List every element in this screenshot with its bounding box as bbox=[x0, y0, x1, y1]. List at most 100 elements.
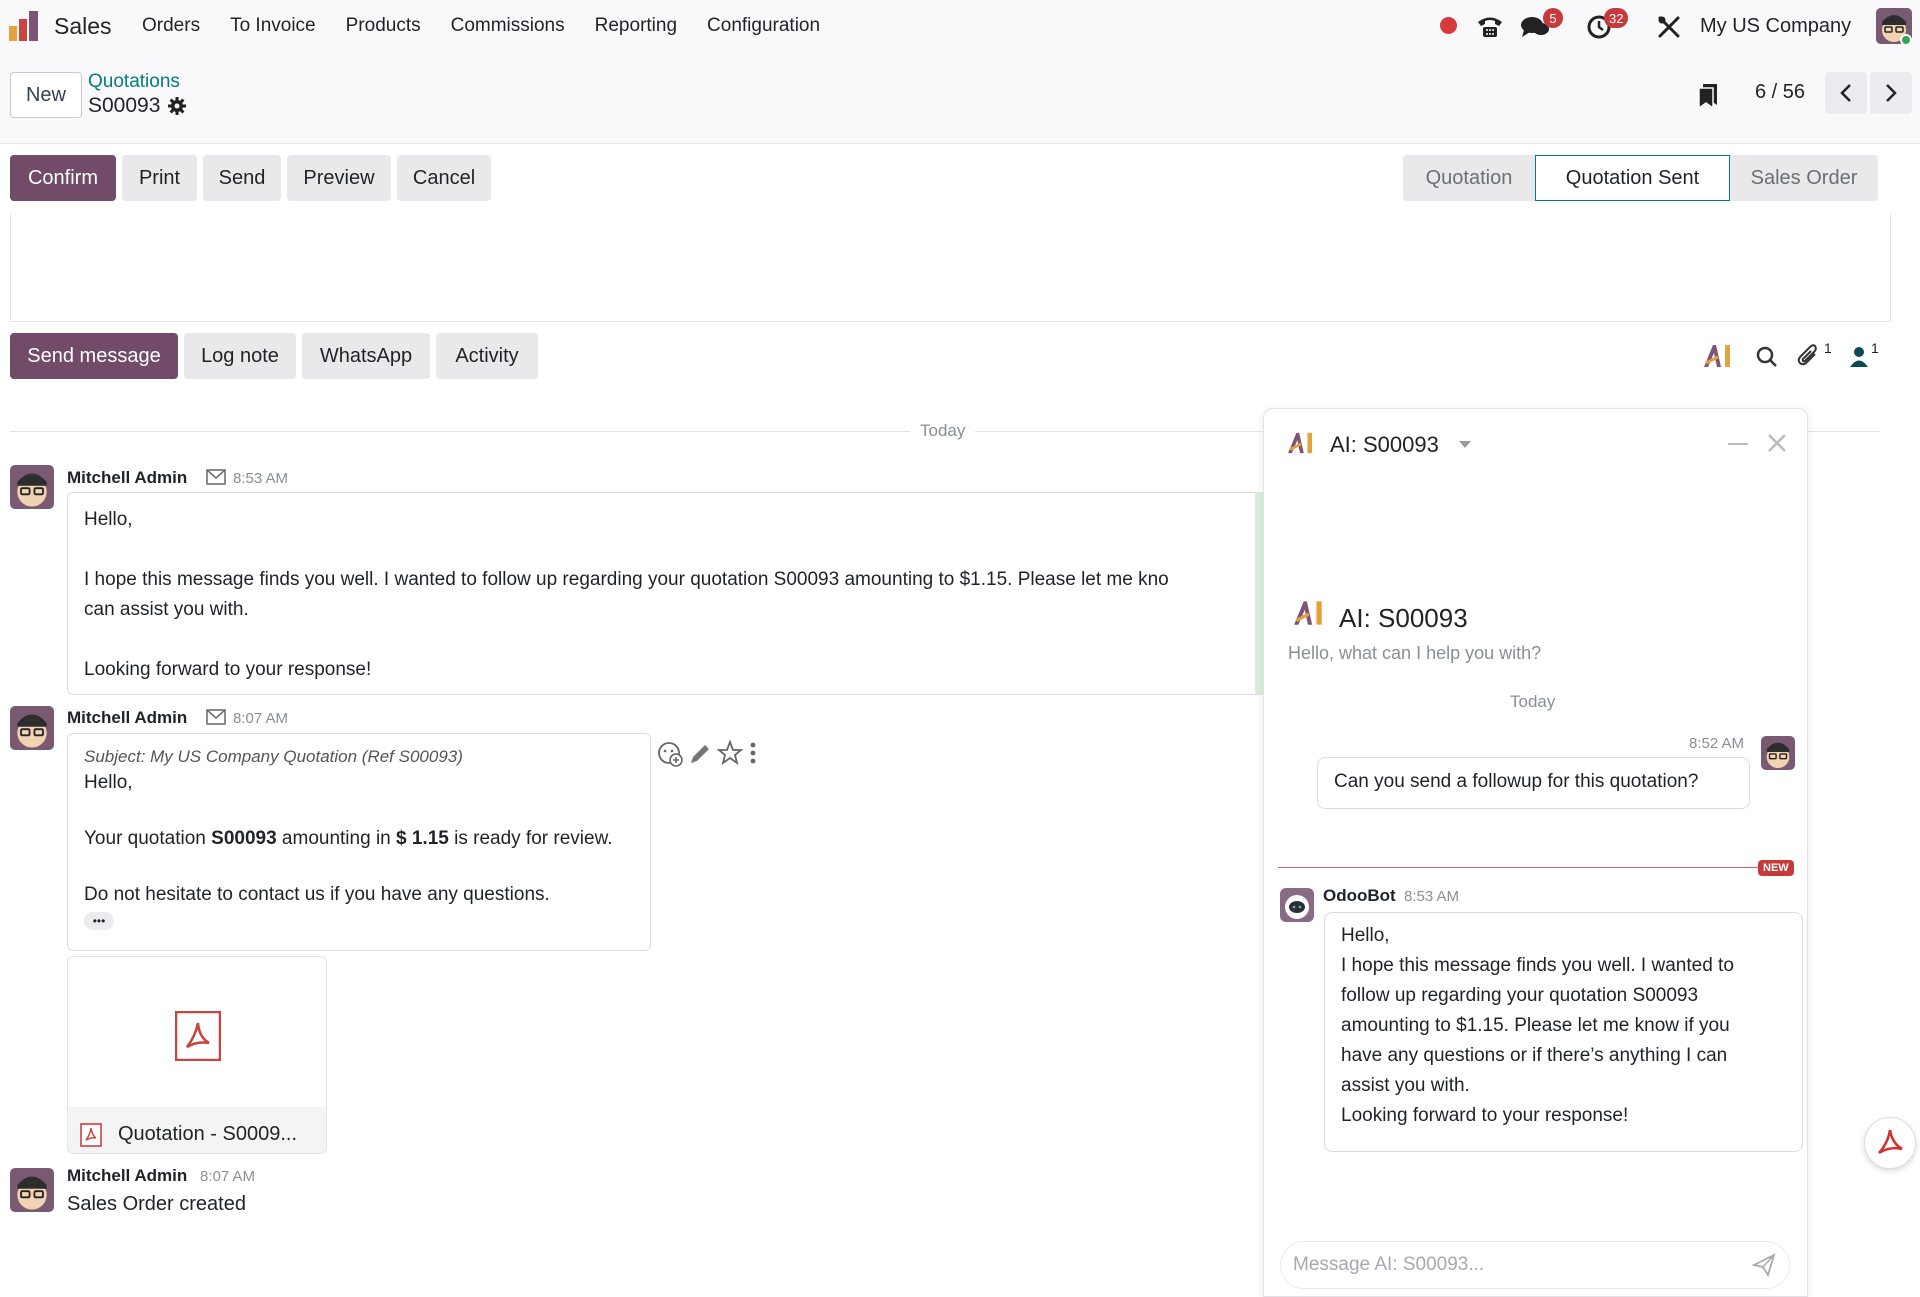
message-line: I hope this message finds you well. I wa… bbox=[1341, 955, 1734, 976]
ai-chat-window: AI: S00093 AI: S00093 Hello, what can I … bbox=[1263, 408, 1808, 1297]
menu-configuration[interactable]: Configuration bbox=[707, 15, 820, 37]
form-sheet bbox=[10, 214, 1891, 322]
pdf-icon bbox=[80, 1123, 102, 1147]
log-note-button[interactable]: Log note bbox=[184, 333, 296, 379]
app-name[interactable]: Sales bbox=[54, 13, 112, 40]
ai-intro-subtitle: Hello, what can I help you with? bbox=[1288, 643, 1542, 663]
more-vertical-icon[interactable] bbox=[750, 742, 756, 764]
main-menu: Orders To Invoice Products Commissions R… bbox=[142, 15, 820, 37]
message-line: Looking forward to your response! bbox=[1341, 1105, 1629, 1126]
message-line: amounting to $1.15. Please let me know i… bbox=[1341, 1015, 1730, 1036]
activities-badge: 32 bbox=[1604, 8, 1629, 28]
pdf-icon bbox=[175, 1011, 221, 1061]
company-switcher[interactable]: My US Company bbox=[1700, 15, 1851, 38]
message-body: Hello, I hope this message finds you wel… bbox=[67, 492, 1267, 695]
minimize-icon[interactable] bbox=[1728, 443, 1748, 445]
send-button[interactable]: Send bbox=[203, 155, 281, 201]
new-messages-divider bbox=[1278, 867, 1758, 868]
menu-commissions[interactable]: Commissions bbox=[451, 15, 565, 37]
status-step-quotation[interactable]: Quotation bbox=[1403, 155, 1535, 201]
menu-orders[interactable]: Orders bbox=[142, 15, 200, 37]
menu-to-invoice[interactable]: To Invoice bbox=[230, 15, 316, 37]
pager-next-button[interactable] bbox=[1870, 72, 1912, 114]
breadcrumb-quotations[interactable]: Quotations bbox=[88, 71, 180, 93]
ai-icon bbox=[1286, 431, 1316, 455]
message-author[interactable]: Mitchell Admin bbox=[67, 468, 187, 488]
recording-indicator-icon[interactable] bbox=[1440, 17, 1457, 34]
message-line: have any questions or if there’s anythin… bbox=[1341, 1045, 1728, 1066]
odoobot-avatar[interactable] bbox=[1280, 888, 1314, 922]
message-time: 8:07 AM bbox=[200, 1168, 256, 1185]
tools-icon[interactable] bbox=[1657, 15, 1681, 39]
today-label: Today bbox=[1510, 692, 1556, 711]
attachment-preview[interactable] bbox=[68, 957, 326, 1107]
message-subject: Subject: My US Company Quotation (Ref S0… bbox=[84, 747, 463, 766]
ai-intro-title: AI: S00093 bbox=[1339, 603, 1468, 633]
preview-button[interactable]: Preview bbox=[287, 155, 391, 201]
message-line: Hello, bbox=[1341, 925, 1390, 946]
bookmark-icon[interactable] bbox=[1697, 83, 1719, 109]
message-time: 8:53 AM bbox=[233, 470, 289, 487]
today-label: Today bbox=[910, 421, 976, 441]
attachment-name[interactable]: Quotation - S0009... bbox=[118, 1123, 297, 1146]
expand-message-button[interactable]: ••• bbox=[84, 912, 114, 930]
cancel-button[interactable]: Cancel bbox=[397, 155, 491, 201]
chevron-right-icon bbox=[1886, 84, 1897, 102]
message-author[interactable]: Mitchell Admin bbox=[67, 708, 187, 728]
edit-pencil-icon[interactable] bbox=[688, 742, 712, 766]
message-author[interactable]: Mitchell Admin bbox=[67, 1166, 187, 1186]
send-icon[interactable] bbox=[1752, 1253, 1776, 1277]
followers-icon[interactable] bbox=[1850, 346, 1868, 368]
message-line: Looking forward to your response! bbox=[84, 659, 372, 680]
gear-icon[interactable] bbox=[168, 97, 187, 115]
close-icon[interactable] bbox=[1767, 433, 1787, 453]
ai-chat-title[interactable]: AI: S00093 bbox=[1330, 432, 1439, 458]
message-line: I hope this message finds you well. I wa… bbox=[84, 569, 1169, 590]
online-status-icon bbox=[1900, 34, 1912, 46]
message-line: follow up regarding your quotation S0009… bbox=[1341, 985, 1699, 1006]
message-line: can assist you with. bbox=[84, 599, 249, 620]
ai-input-placeholder: Message AI: S00093... bbox=[1293, 1254, 1485, 1275]
activity-button[interactable]: Activity bbox=[436, 333, 538, 379]
menu-reporting[interactable]: Reporting bbox=[595, 15, 677, 37]
followers-count: 1 bbox=[1871, 340, 1879, 356]
pager-previous-button[interactable] bbox=[1825, 72, 1867, 114]
top-navbar: Sales Orders To Invoice Products Commiss… bbox=[0, 0, 1920, 52]
new-button[interactable]: New bbox=[10, 72, 82, 118]
chevron-left-icon bbox=[1840, 84, 1851, 102]
whatsapp-button[interactable]: WhatsApp bbox=[302, 333, 430, 379]
status-bar: Quotation Quotation Sent Sales Order bbox=[1403, 155, 1878, 201]
message-time: 8:52 AM bbox=[1689, 735, 1745, 752]
status-step-quotation-sent[interactable]: Quotation Sent bbox=[1535, 155, 1730, 201]
paperclip-icon[interactable] bbox=[1797, 344, 1821, 368]
print-button[interactable]: Print bbox=[122, 155, 197, 201]
message-line: assist you with. bbox=[1341, 1075, 1470, 1096]
confirm-button[interactable]: Confirm bbox=[10, 155, 116, 201]
avatar[interactable] bbox=[1761, 736, 1795, 770]
star-icon[interactable] bbox=[717, 740, 743, 766]
avatar[interactable] bbox=[10, 706, 54, 750]
phone-icon[interactable] bbox=[1476, 13, 1504, 39]
message-line: Do not hesitate to contact us if you hav… bbox=[84, 884, 550, 905]
pager-value[interactable]: 6 / 56 bbox=[1755, 81, 1805, 104]
message-line: Hello, bbox=[84, 509, 133, 530]
messages-badge: 5 bbox=[1543, 8, 1563, 28]
add-reaction-icon[interactable] bbox=[657, 741, 683, 767]
avatar[interactable] bbox=[10, 1168, 54, 1212]
menu-products[interactable]: Products bbox=[346, 15, 421, 37]
status-step-sales-order[interactable]: Sales Order bbox=[1730, 155, 1878, 201]
send-message-button[interactable]: Send message bbox=[10, 333, 178, 379]
caret-down-icon[interactable] bbox=[1459, 441, 1471, 449]
envelope-icon bbox=[206, 469, 226, 485]
search-icon[interactable] bbox=[1756, 346, 1778, 368]
ai-message-input[interactable]: Message AI: S00093... bbox=[1280, 1241, 1790, 1289]
avatar[interactable] bbox=[10, 465, 54, 509]
pdf-viewer-button[interactable] bbox=[1864, 1117, 1916, 1169]
breadcrumb-current: S00093 bbox=[88, 94, 187, 118]
attachment-card[interactable]: Quotation - S0009... bbox=[67, 956, 327, 1154]
sales-app-icon[interactable] bbox=[8, 10, 42, 42]
bot-message: Hello, I hope this message finds you wel… bbox=[1324, 912, 1803, 1152]
new-badge: NEW bbox=[1758, 860, 1794, 876]
ai-icon[interactable] bbox=[1702, 343, 1734, 369]
message-author[interactable]: OdooBot bbox=[1323, 886, 1396, 906]
